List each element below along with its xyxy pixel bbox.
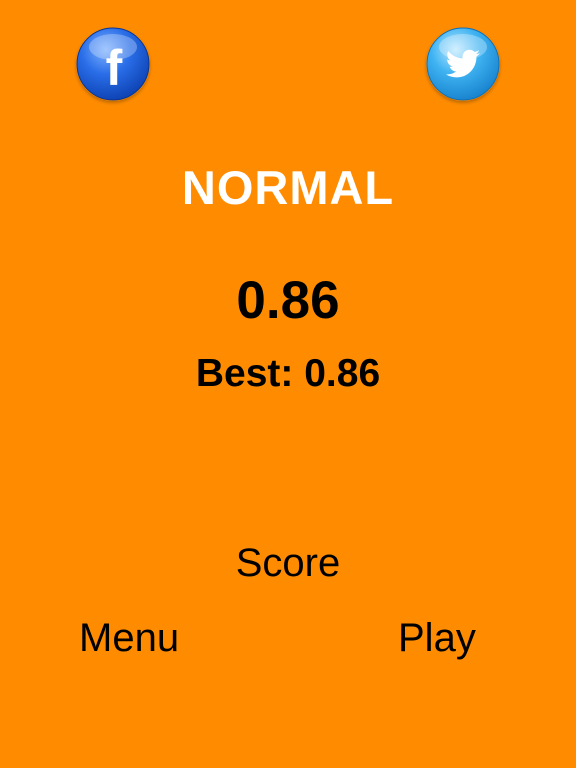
best-score-label: Best: <box>195 352 294 395</box>
facebook-share-button[interactable]: f <box>76 27 150 101</box>
play-button[interactable]: Play <box>398 616 476 661</box>
best-score-line: Best: 0.86 <box>0 352 576 396</box>
difficulty-mode-title: NORMAL <box>181 161 395 214</box>
current-score: 0.86 <box>236 271 340 330</box>
menu-button[interactable]: Menu <box>79 616 179 661</box>
twitter-icon <box>426 27 500 101</box>
game-over-screen: f NORMAL 0.86 Best: 0.86 Score Menu Play <box>0 0 576 768</box>
score-button[interactable]: Score <box>0 541 576 586</box>
facebook-icon: f <box>76 27 150 101</box>
facebook-letter: f <box>106 40 123 96</box>
twitter-share-button[interactable] <box>426 27 500 101</box>
best-score-value: 0.86 <box>304 352 381 395</box>
